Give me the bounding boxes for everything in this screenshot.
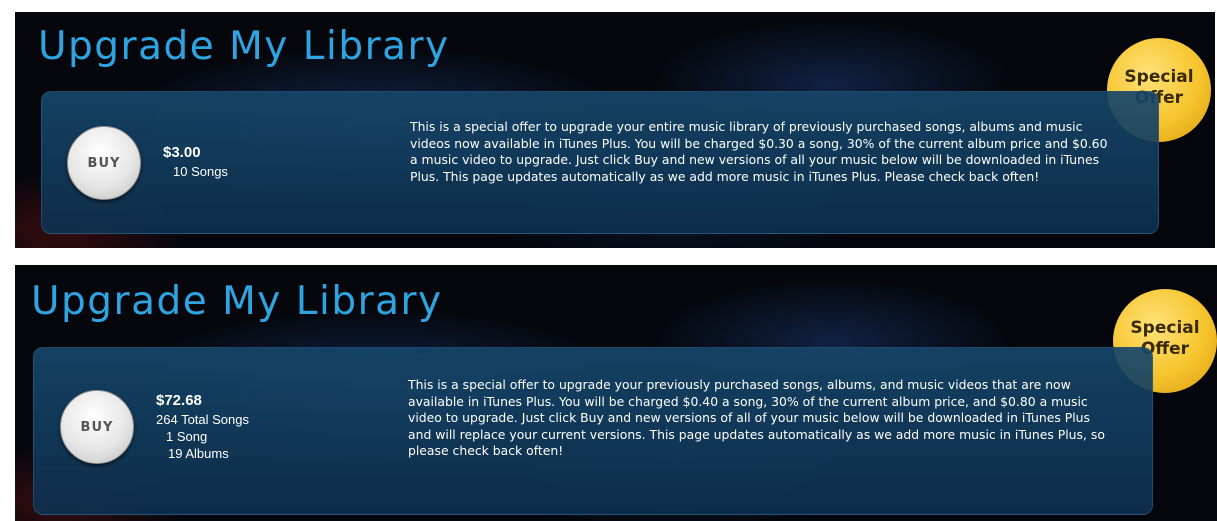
upgrade-library-banner-2: Upgrade My Library Special Offer BUY $72… [15,265,1217,521]
badge-line-1: Special [1130,318,1200,338]
price-summary: $3.00 10 Songs [163,144,228,180]
total-songs-count: 264 Total Songs [156,412,249,427]
song-count: 1 Song [166,429,208,444]
offer-description: This is a special offer to upgrade your … [408,377,1105,458]
buy-button[interactable]: BUY [60,390,134,464]
page-title: Upgrade My Library [38,24,450,69]
upgrade-library-banner-1: Upgrade My Library Special Offer BUY $3.… [15,12,1215,248]
price-summary: $72.68 264 Total Songs 1 Song 19 Albums [156,392,249,462]
offer-panel: BUY $72.68 264 Total Songs 1 Song 19 Alb… [33,347,1153,515]
buy-button[interactable]: BUY [67,126,141,200]
offer-description: This is a special offer to upgrade your … [410,119,1108,184]
price: $3.00 [163,144,201,161]
badge-line-1: Special [1124,67,1194,87]
album-count: 19 Albums [168,446,229,461]
song-count: 10 Songs [173,164,228,179]
offer-panel: BUY $3.00 10 Songs This is a special off… [41,91,1159,234]
price: $72.68 [156,392,202,409]
page-title: Upgrade My Library [31,279,443,324]
